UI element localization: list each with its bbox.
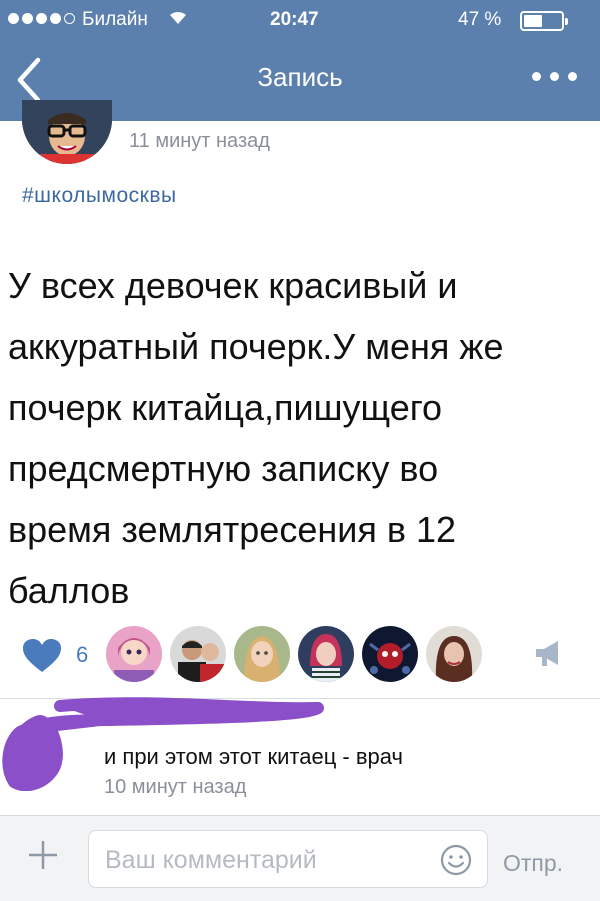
battery-icon [520,11,568,31]
heart-icon [23,639,61,672]
comment-input[interactable] [103,841,417,879]
send-button[interactable]: Отпр. [503,850,563,877]
post-text-line: почерк китайца,пишущего [8,387,443,428]
like-button[interactable] [21,638,63,674]
status-bar: Билайн 20:47 47 % [0,0,600,40]
hashtag-link[interactable]: #школымосквы [22,184,177,208]
liker-avatar[interactable] [298,626,354,682]
author-avatar[interactable] [22,100,112,164]
wifi-icon [168,9,188,31]
comment-time: 10 минут назад [104,776,247,798]
smiley-icon [440,844,472,876]
comment-text: и при этом этот китаец - врач [104,744,404,769]
plus-icon [29,841,57,869]
liker-avatar[interactable] [170,626,226,682]
post-text-line: баллов [8,570,130,611]
post-time: 11 минут назад [129,130,270,152]
battery-percent: 47 % [458,9,502,30]
post-body: У всех девочек красивый и аккуратный поч… [8,255,598,621]
share-button[interactable] [532,638,568,668]
post-text-line: аккуратный почерк.У меня же [8,326,504,367]
likes-count[interactable]: 6 [76,642,88,668]
more-options-button[interactable] [530,66,580,86]
attach-button[interactable] [26,838,60,872]
post-text-line: У всех девочек красивый и [8,265,458,306]
comment-field[interactable] [88,830,488,888]
liker-avatar[interactable] [106,626,162,682]
liker-avatar[interactable] [426,626,482,682]
emoji-button[interactable] [439,843,473,877]
liker-avatar[interactable] [362,626,418,682]
post-text-line: предсмертную записку во [8,448,439,489]
liker-avatar[interactable] [234,626,290,682]
more-dots-icon [532,72,541,81]
page-title: Запись [257,62,343,92]
signal-strength-icon [8,13,75,24]
megaphone-icon [536,641,558,666]
carrier-name: Билайн [82,9,148,30]
post-text-line: время землятресения в 12 [8,509,456,550]
status-time: 20:47 [270,9,319,30]
comment-input-bar: Отпр. [0,815,600,901]
